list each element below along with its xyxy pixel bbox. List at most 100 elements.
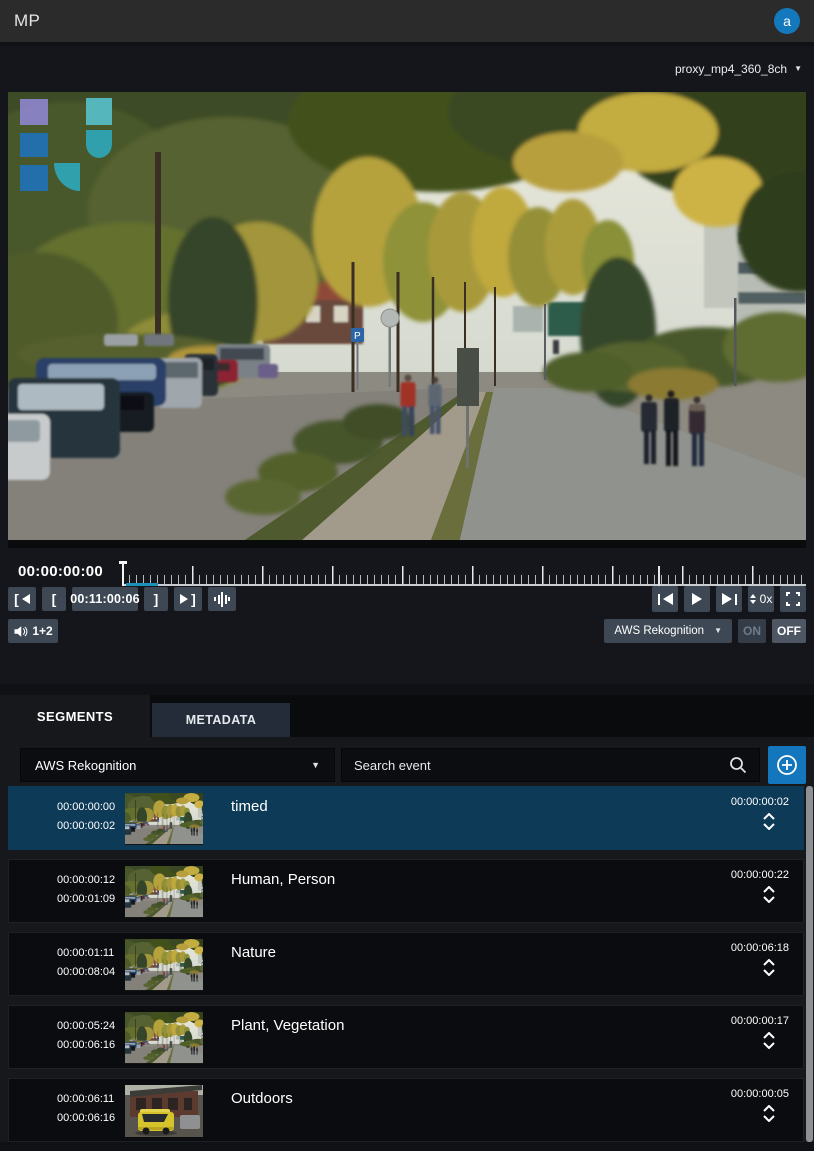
segment-right: 00:00:00:22 xyxy=(731,866,789,916)
add-segment-button[interactable] xyxy=(768,746,806,784)
segment-timecodes: 00:00:00:00 00:00:00:02 xyxy=(57,793,117,843)
bar-icon xyxy=(735,594,737,605)
audio-channels-button[interactable]: 1+2 xyxy=(8,619,58,643)
overlay-service-button[interactable]: AWS Rekognition ▼ xyxy=(604,619,732,643)
segments-panel: AWS Rekognition ▼ 00:00:00:00 00:00:00:0… xyxy=(0,737,814,1142)
move-down-button[interactable] xyxy=(763,896,775,903)
segments-list: 00:00:00:00 00:00:00:02 timed 00:00:00:0… xyxy=(8,786,804,1151)
volume-icon xyxy=(13,625,28,638)
waveform-icon xyxy=(214,592,230,607)
move-up-button[interactable] xyxy=(763,1105,775,1112)
current-timecode: 00:00:00:00 xyxy=(18,563,103,580)
logo-shape xyxy=(86,98,112,125)
segment-right: 00:00:06:18 xyxy=(731,939,789,989)
logo-shape xyxy=(20,165,48,191)
segment-reorder xyxy=(763,813,775,830)
segment-label: Plant, Vegetation xyxy=(231,1012,344,1062)
search-box xyxy=(341,748,760,782)
bar-icon xyxy=(658,594,660,605)
segment-thumbnail xyxy=(125,939,203,991)
speed-control-button[interactable]: 0x xyxy=(748,586,774,612)
tab-metadata[interactable]: METADATA xyxy=(152,703,290,737)
segment-row[interactable]: 00:00:00:12 00:00:01:09 Human, Person 00… xyxy=(8,859,804,923)
tab-segments[interactable]: SEGMENTS xyxy=(0,695,150,737)
clip-timecode-button[interactable]: 00:11:00:06 xyxy=(72,587,138,611)
triangle-left-icon xyxy=(22,594,30,604)
segment-thumbnail xyxy=(125,866,203,918)
waveform-toggle-button[interactable] xyxy=(208,587,236,611)
search-input[interactable] xyxy=(354,758,729,773)
chevron-down-icon: ▼ xyxy=(794,65,802,73)
segment-timecodes: 00:00:06:11 00:00:06:16 xyxy=(57,1085,117,1135)
segment-row[interactable]: 00:00:06:11 00:00:06:16 Outdoors 00:00:0… xyxy=(8,1078,804,1142)
segment-duration: 00:00:00:05 xyxy=(731,1088,789,1100)
goto-in-button[interactable]: [ xyxy=(8,587,36,611)
segment-label: Outdoors xyxy=(231,1085,293,1135)
logo-shape xyxy=(20,99,48,125)
service-dropdown[interactable]: AWS Rekognition ▼ xyxy=(20,748,335,782)
proxy-selector[interactable]: proxy_mp4_360_8ch xyxy=(675,62,787,76)
timeline: 00:00:00:00 xyxy=(8,558,806,588)
move-down-button[interactable] xyxy=(763,823,775,830)
segment-thumbnail xyxy=(125,1085,203,1137)
goto-out-button[interactable]: ] xyxy=(174,587,202,611)
segment-duration: 00:00:00:17 xyxy=(731,1015,789,1027)
video-viewport[interactable] xyxy=(8,92,806,548)
move-up-button[interactable] xyxy=(763,886,775,893)
channel-logo-watermark xyxy=(12,98,112,190)
play-icon xyxy=(692,593,702,605)
chevron-down-icon: ▼ xyxy=(714,627,722,635)
app-title: MP xyxy=(14,11,40,31)
overlay-off-button[interactable]: OFF xyxy=(772,619,806,643)
move-down-button[interactable] xyxy=(763,969,775,976)
segment-right: 00:00:00:05 xyxy=(731,1085,789,1135)
segment-row[interactable]: 00:00:05:24 00:00:06:16 Plant, Vegetatio… xyxy=(8,1005,804,1069)
chevron-down-icon: ▼ xyxy=(311,761,320,770)
segment-row[interactable]: 00:00:00:00 00:00:00:02 timed 00:00:00:0… xyxy=(8,786,804,850)
transport-controls: [ [ 00:11:00:06 ] ] xyxy=(8,586,806,612)
fullscreen-icon xyxy=(786,592,800,606)
video-frame xyxy=(8,92,806,548)
move-down-button[interactable] xyxy=(763,1115,775,1122)
segment-timecodes: 00:00:05:24 00:00:06:16 xyxy=(57,1012,117,1062)
next-frame-button[interactable] xyxy=(716,586,742,612)
user-avatar[interactable]: a xyxy=(774,8,800,34)
fullscreen-button[interactable] xyxy=(780,586,806,612)
scrollbar-track xyxy=(806,786,813,1142)
segment-right: 00:00:00:02 xyxy=(731,793,789,843)
triangle-right-icon xyxy=(180,594,188,604)
move-up-button[interactable] xyxy=(763,1032,775,1039)
top-bar: MP a xyxy=(0,0,814,42)
segment-label: Nature xyxy=(231,939,276,989)
secondary-controls: 1+2 AWS Rekognition ▼ ON OFF xyxy=(8,618,806,644)
panel-tabs: SEGMENTS METADATA xyxy=(0,695,814,737)
timeline-ticks xyxy=(122,566,806,584)
logo-shape xyxy=(54,163,80,191)
segment-timecodes: 00:00:00:12 00:00:01:09 xyxy=(57,866,117,916)
segment-label: timed xyxy=(231,793,268,843)
segment-row[interactable]: 00:00:01:11 00:00:08:04 Nature 00:00:06:… xyxy=(8,932,804,996)
logo-shape xyxy=(20,133,48,157)
search-icon[interactable] xyxy=(729,756,747,774)
mark-out-button[interactable]: ] xyxy=(144,587,168,611)
previous-frame-button[interactable] xyxy=(652,586,678,612)
segment-thumbnail xyxy=(125,793,203,845)
move-up-button[interactable] xyxy=(763,813,775,820)
segment-duration: 00:00:00:22 xyxy=(731,869,789,881)
overlay-on-button[interactable]: ON xyxy=(738,619,766,643)
mark-in-button[interactable]: [ xyxy=(42,587,66,611)
segment-duration: 00:00:06:18 xyxy=(731,942,789,954)
video-player: proxy_mp4_360_8ch ▼ 00:00:00:00 [ [ xyxy=(0,46,814,684)
scrollbar-thumb[interactable] xyxy=(806,786,813,1142)
move-up-button[interactable] xyxy=(763,959,775,966)
speed-arrows-icon xyxy=(750,594,756,604)
segment-reorder xyxy=(763,1105,775,1122)
playhead[interactable] xyxy=(122,562,124,586)
segment-reorder xyxy=(763,959,775,976)
play-button[interactable] xyxy=(684,586,710,612)
segment-reorder xyxy=(763,886,775,903)
timeline-ruler[interactable] xyxy=(122,560,806,586)
proxy-selector-row: proxy_mp4_360_8ch ▼ xyxy=(0,46,814,92)
move-down-button[interactable] xyxy=(763,1042,775,1049)
filter-row: AWS Rekognition ▼ xyxy=(20,748,760,782)
